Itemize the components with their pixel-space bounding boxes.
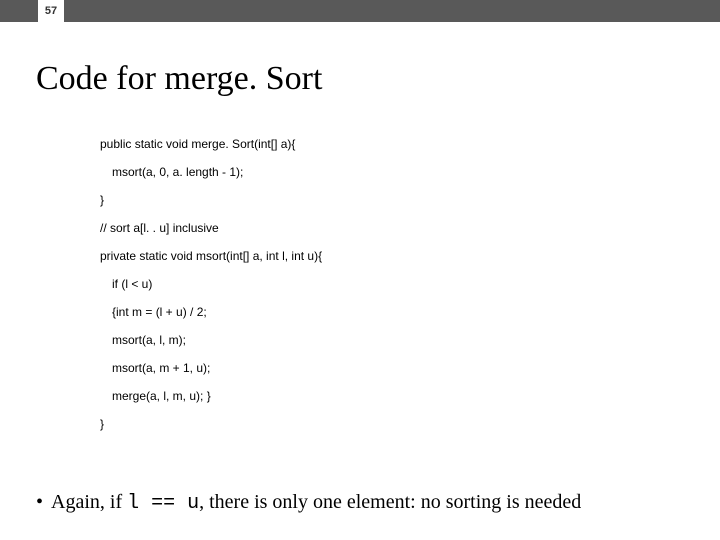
bullet-condition: l == u: [127, 492, 199, 515]
bullet-dot-icon: •: [36, 491, 43, 514]
code-line: }: [100, 194, 322, 206]
code-line: {int m = (l + u) / 2;: [100, 306, 322, 318]
code-line: if (l < u): [100, 278, 322, 290]
bullet-item: • Again, if l == u, there is only one el…: [36, 491, 581, 515]
slide-body: Code for merge. Sort public static void …: [0, 22, 720, 540]
code-line: msort(a, m + 1, u);: [100, 362, 322, 374]
bullet-suffix: , there is only one element: no sorting …: [199, 491, 581, 513]
code-line: merge(a, l, m, u); }: [100, 390, 322, 402]
bullet-text: Again, if l == u, there is only one elem…: [51, 491, 581, 515]
code-line: msort(a, l, m);: [100, 334, 322, 346]
bullet-prefix: Again, if: [51, 491, 127, 513]
slide-title: Code for merge. Sort: [36, 60, 322, 98]
page-number: 57: [38, 0, 64, 22]
code-line: // sort a[l. . u] inclusive: [100, 222, 322, 234]
code-line: }: [100, 418, 322, 430]
code-block: public static void merge. Sort(int[] a){…: [100, 138, 322, 446]
header-bar: 57: [0, 0, 720, 22]
code-line: private static void msort(int[] a, int l…: [100, 250, 322, 262]
code-line: msort(a, 0, a. length - 1);: [100, 166, 322, 178]
code-line: public static void merge. Sort(int[] a){: [100, 138, 322, 150]
